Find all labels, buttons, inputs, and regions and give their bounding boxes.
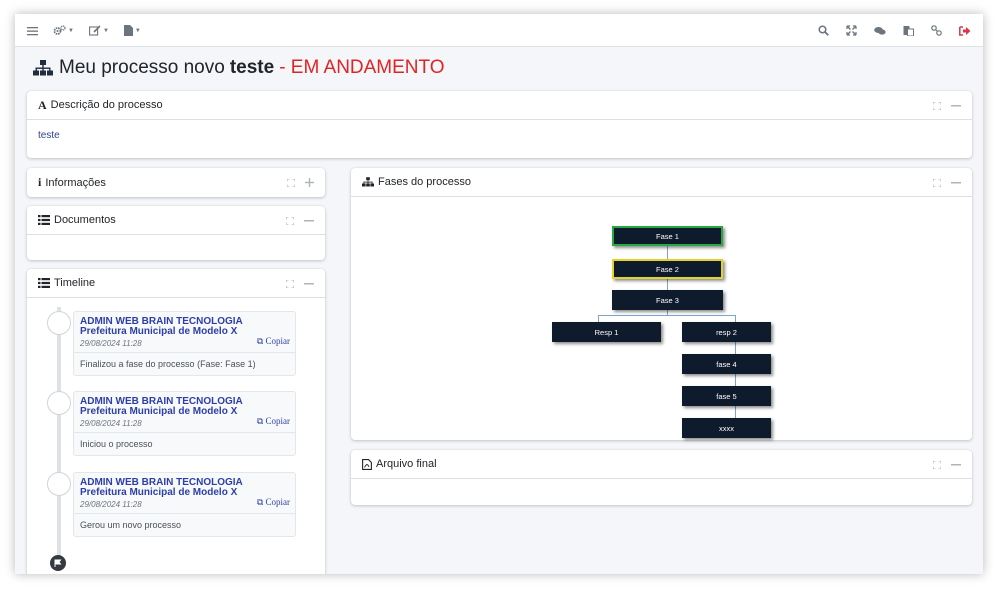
arquivo-header: Arquivo final — [351, 450, 972, 479]
copy-label: Copiar — [265, 416, 291, 426]
comments-icon[interactable] — [874, 26, 886, 36]
node-fase-2[interactable]: Fase 2 — [612, 259, 723, 279]
expand-icon[interactable] — [846, 25, 857, 36]
node-fase-4[interactable]: fase 4 — [682, 354, 771, 374]
copy-label: Copiar — [265, 497, 291, 507]
informacoes-title: Informações — [45, 176, 106, 189]
copy-icon: ⧉ — [256, 336, 264, 346]
timeline-line — [57, 307, 61, 557]
node-resp-2[interactable]: resp 2 — [682, 322, 771, 342]
node-xxxx[interactable]: xxxx — [682, 418, 771, 438]
top-navbar: ▼ ▼ ▼ — [15, 14, 983, 47]
documentos-header: Documentos — [27, 206, 325, 235]
fases-title: Fases do processo — [378, 176, 471, 188]
descricao-text: teste — [38, 130, 60, 141]
file-pdf-icon — [362, 458, 372, 470]
sitemap-icon — [33, 60, 53, 76]
cogs-icon[interactable]: ▼ — [53, 25, 74, 36]
copy-button[interactable]: ⧉ Copiar — [257, 497, 290, 508]
edit-icon[interactable]: ▼ — [89, 25, 109, 36]
copy-icon: ⧉ — [256, 497, 264, 507]
page-title: Meu processo novo teste - EM ANDAMENTO — [33, 56, 445, 80]
node-fase-5[interactable]: fase 5 — [682, 386, 771, 406]
connector — [598, 315, 599, 322]
font-icon: A — [38, 97, 47, 112]
fases-header: Fases do processo — [351, 168, 972, 197]
maximize-icon[interactable] — [287, 178, 295, 187]
collapse-icon[interactable] — [951, 181, 961, 184]
informacoes-card: i Informações — [27, 168, 325, 197]
timeline-dot — [47, 391, 71, 415]
fases-card: Fases do processo Fase 1 Fase 2 Fase 3 R… — [351, 168, 972, 440]
arquivo-card: Arquivo final — [351, 450, 972, 505]
maximize-icon[interactable] — [933, 101, 941, 110]
sitemap-icon — [362, 177, 374, 187]
descricao-card: A Descrição do processo teste — [27, 91, 972, 158]
node-resp-1[interactable]: Resp 1 — [552, 322, 661, 342]
node-fase-1[interactable]: Fase 1 — [612, 226, 723, 246]
timeline-header: Timeline — [27, 269, 325, 298]
timeline-item: ADMIN WEB BRAIN TECNOLOGIA Prefeitura Mu… — [73, 472, 296, 537]
chevron-down-icon: ▼ — [68, 27, 74, 34]
app-frame: ▼ ▼ ▼ Meu processo novo teste - EM ANDAM… — [15, 14, 983, 574]
documentos-title: Documentos — [54, 214, 116, 226]
timeline-title: Timeline — [54, 277, 96, 289]
info-icon: i — [38, 175, 42, 189]
copy-label: Copiar — [265, 336, 291, 346]
descricao-header: A Descrição do processo — [27, 91, 972, 120]
arquivo-title: Arquivo final — [376, 458, 437, 470]
descricao-title: Descrição do processo — [50, 99, 163, 111]
connector — [735, 315, 736, 322]
link-icon[interactable] — [931, 25, 942, 36]
connector — [735, 374, 736, 386]
connector — [735, 342, 736, 354]
file-icon[interactable]: ▼ — [123, 25, 141, 36]
expand-plus-icon[interactable] — [305, 178, 314, 187]
collapse-icon[interactable] — [304, 219, 314, 222]
menu-icon[interactable] — [27, 26, 38, 36]
timeline-dot — [47, 472, 71, 496]
collapse-icon[interactable] — [304, 282, 314, 285]
paste-icon[interactable] — [903, 25, 914, 36]
maximize-icon[interactable] — [286, 216, 294, 225]
list-icon — [38, 278, 50, 288]
timeline-item: ADMIN WEB BRAIN TECNOLOGIA Prefeitura Mu… — [73, 311, 296, 376]
collapse-icon[interactable] — [951, 463, 961, 466]
timeline-card: Timeline ADMIN WEB BRAIN TECNOLOGIA Pref… — [27, 269, 325, 574]
title-status: - EM ANDAMENTO — [279, 57, 445, 78]
chevron-down-icon: ▼ — [134, 27, 141, 34]
timeline-text: Gerou um novo processo — [80, 520, 182, 530]
maximize-icon[interactable] — [933, 460, 941, 469]
connector — [735, 406, 736, 418]
timeline-item: ADMIN WEB BRAIN TECNOLOGIA Prefeitura Mu… — [73, 391, 296, 456]
maximize-icon[interactable] — [933, 178, 941, 187]
search-icon[interactable] — [818, 25, 829, 36]
title-text: Meu processo novo — [59, 57, 225, 78]
connector — [667, 279, 668, 290]
descricao-body: teste — [27, 120, 972, 151]
copy-button[interactable]: ⧉ Copiar — [257, 336, 290, 347]
timeline-text: Finalizou a fase do processo (Fase: Fase… — [80, 359, 256, 369]
informacoes-header: i Informações — [27, 168, 325, 197]
collapse-icon[interactable] — [951, 104, 961, 107]
flag-icon — [50, 555, 66, 571]
timeline-text: Iniciou o processo — [80, 439, 153, 449]
chevron-down-icon: ▼ — [102, 27, 109, 34]
connector — [667, 246, 668, 259]
logout-icon[interactable] — [959, 25, 971, 36]
documentos-card: Documentos — [27, 206, 325, 260]
copy-button[interactable]: ⧉ Copiar — [257, 416, 290, 427]
title-process-name: teste — [229, 57, 275, 78]
connector — [598, 315, 735, 316]
copy-icon: ⧉ — [256, 416, 264, 426]
node-fase-3[interactable]: Fase 3 — [612, 290, 723, 310]
maximize-icon[interactable] — [286, 279, 294, 288]
timeline-dot — [47, 311, 71, 335]
list-icon — [38, 215, 50, 225]
